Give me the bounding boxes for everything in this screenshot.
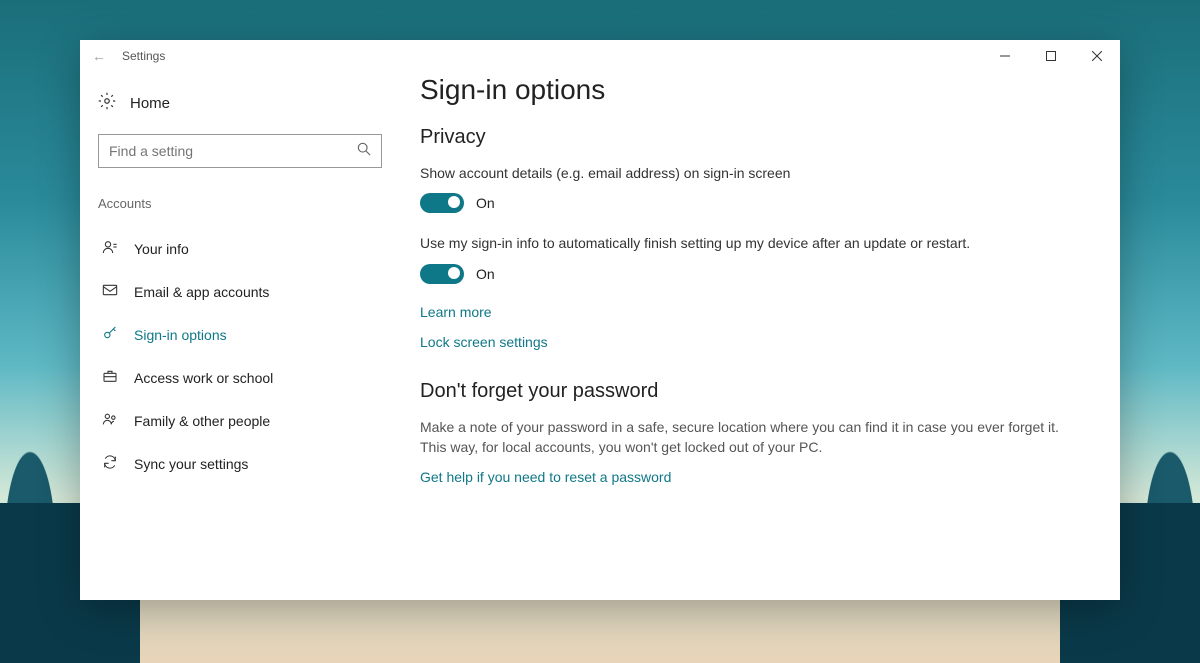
window-title: Settings <box>122 49 165 63</box>
forget-heading: Don't forget your password <box>420 380 1090 403</box>
reset-help-link[interactable]: Get help if you need to reset a password <box>420 469 1090 485</box>
key-icon <box>102 325 118 344</box>
sidebar-item-work[interactable]: Access work or school <box>98 356 382 399</box>
auto-signin-toggle[interactable] <box>420 264 464 284</box>
category-label: Accounts <box>98 196 382 211</box>
sidebar-item-sync[interactable]: Sync your settings <box>98 442 382 485</box>
show-details-toggle[interactable] <box>420 193 464 213</box>
show-details-state: On <box>476 195 495 211</box>
learn-more-link[interactable]: Learn more <box>420 304 1090 320</box>
privacy-heading: Privacy <box>420 126 1090 149</box>
home-link[interactable]: Home <box>98 92 382 114</box>
settings-window: ← Settings Home Accounts Your info <box>80 40 1120 600</box>
search-input[interactable] <box>109 143 357 159</box>
briefcase-icon <box>102 368 118 387</box>
sidebar-item-email[interactable]: Email & app accounts <box>98 270 382 313</box>
sidebar-item-your-info[interactable]: Your info <box>98 227 382 270</box>
minimize-button[interactable] <box>982 40 1028 72</box>
close-button[interactable] <box>1074 40 1120 72</box>
gear-icon <box>98 92 116 114</box>
home-label: Home <box>130 95 170 112</box>
search-icon <box>357 142 371 161</box>
sidebar-item-label: Sync your settings <box>134 456 248 472</box>
person-icon <box>102 239 118 258</box>
search-box[interactable] <box>98 134 382 168</box>
sidebar-item-label: Sign-in options <box>134 327 227 343</box>
back-button[interactable]: ← <box>92 48 116 64</box>
sidebar-item-label: Email & app accounts <box>134 284 269 300</box>
sidebar: Home Accounts Your info Email & app acco… <box>80 72 400 600</box>
sidebar-item-signin[interactable]: Sign-in options <box>98 313 382 356</box>
sidebar-item-label: Access work or school <box>134 370 273 386</box>
sync-icon <box>102 454 118 473</box>
sidebar-item-family[interactable]: Family & other people <box>98 399 382 442</box>
sidebar-item-label: Your info <box>134 241 189 257</box>
people-icon <box>102 411 118 430</box>
lock-screen-link[interactable]: Lock screen settings <box>420 334 1090 350</box>
auto-signin-state: On <box>476 266 495 282</box>
forget-body: Make a note of your password in a safe, … <box>420 417 1060 458</box>
sidebar-item-label: Family & other people <box>134 413 270 429</box>
page-title: Sign-in options <box>420 74 1090 106</box>
main-content: Sign-in options Privacy Show account det… <box>400 72 1120 600</box>
mail-icon <box>102 282 118 301</box>
titlebar: ← Settings <box>80 40 1120 72</box>
maximize-button[interactable] <box>1028 40 1074 72</box>
show-details-label: Show account details (e.g. email address… <box>420 163 1040 183</box>
auto-signin-label: Use my sign-in info to automatically fin… <box>420 233 1040 253</box>
